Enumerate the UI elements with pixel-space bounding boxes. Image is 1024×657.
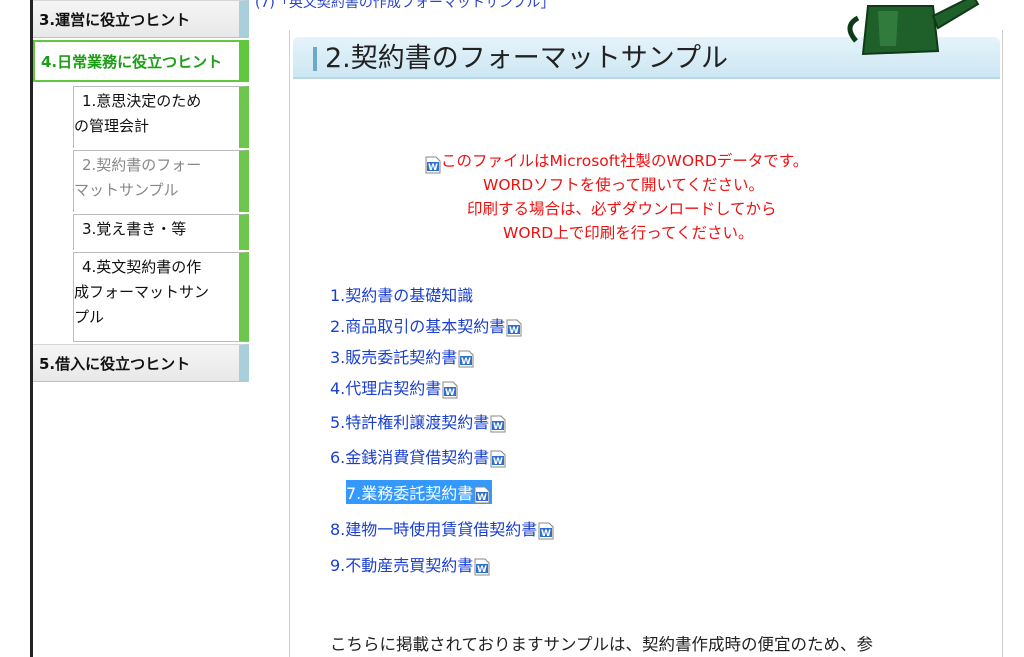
sidebar-item-label: 3.覚え書き・等	[82, 220, 187, 238]
word-document-icon[interactable]: W	[474, 486, 490, 504]
word-document-icon[interactable]: W	[458, 350, 474, 368]
contract-link-label[interactable]: 2.商品取引の基本契約書	[330, 317, 505, 336]
sidebar-nav: 3.運営に役立つヒント 4.日常業務に役立つヒント 1.意思決定のため の管理会…	[33, 0, 251, 383]
sidebar-item-label: 成フォーマットサン	[74, 283, 210, 301]
sidebar-item-label: プル	[74, 308, 105, 326]
notice-line: このファイルはMicrosoft社製のWORDデータです。	[441, 152, 809, 170]
contract-link[interactable]: 1.契約書の基礎知識	[330, 282, 473, 306]
contract-link-label[interactable]: 6.金銭消費貸借契約書	[330, 448, 489, 467]
page-title: 2.契約書のフォーマットサンプル	[325, 43, 728, 74]
sidebar-category-label: 3.運営に役立つヒント	[39, 10, 191, 29]
sidebar-item-management-accounting[interactable]: 1.意思決定のため の管理会計	[73, 86, 249, 148]
sidebar-item-label: 1.意思決定のため	[82, 92, 202, 110]
contract-link[interactable]: 7.業務委託契約書 W	[346, 480, 493, 504]
word-document-icon[interactable]: W	[474, 558, 490, 576]
contract-link[interactable]: 6.金銭消費貸借契約書 W	[330, 444, 506, 468]
svg-text:W: W	[541, 529, 551, 539]
word-document-icon: W	[425, 156, 441, 174]
word-document-icon[interactable]: W	[490, 415, 506, 433]
sidebar-category-label: 4.日常業務に役立つヒント	[41, 52, 223, 71]
contract-link[interactable]: 5.特許権利譲渡契約書 W	[330, 409, 506, 433]
contract-link[interactable]: 4.代理店契約書 W	[330, 375, 458, 399]
sidebar-item-contract-format[interactable]: 2.契約書のフォー マットサンプル	[73, 150, 249, 212]
contract-link[interactable]: 3.販売委託契約書 W	[330, 344, 474, 368]
notice-line: WORDソフトを使って開いてください。	[483, 176, 765, 194]
sidebar-category-borrowing[interactable]: 5.借入に役立つヒント	[33, 344, 249, 382]
contract-link-label[interactable]: 5.特許権利譲渡契約書	[330, 413, 489, 432]
sidebar-item-english-contract[interactable]: 4.英文契約書の作 成フォーマットサン プル	[73, 252, 249, 342]
sidebar-item-label: 2.契約書のフォー	[82, 156, 202, 174]
notice-line: WORD上で印刷を行ってください。	[503, 224, 754, 242]
sidebar-category-daily-work[interactable]: 4.日常業務に役立つヒント	[33, 40, 249, 82]
sidebar-item-memorandum[interactable]: 3.覚え書き・等	[73, 214, 249, 250]
watering-can-icon	[838, 0, 988, 62]
description-text: こちらに掲載されておりますサンプルは、契約書作成時の便宜のため、参	[330, 635, 874, 654]
sidebar-item-label: の管理会計	[74, 117, 150, 135]
contract-link[interactable]: 8.建物一時使用賃貸借契約書 W	[330, 516, 554, 540]
sidebar-item-label: マットサンプル	[74, 181, 179, 199]
word-document-icon[interactable]: W	[442, 381, 458, 399]
contract-link-label[interactable]: 8.建物一時使用賃貸借契約書	[330, 520, 537, 539]
notice-line: 印刷する場合は、必ずダウンロードしてから	[467, 200, 777, 218]
sidebar-category-label: 5.借入に役立つヒント	[39, 354, 191, 373]
contract-link[interactable]: 9.不動産売買契約書 W	[330, 552, 490, 576]
contract-link-label[interactable]: 4.代理店契約書	[330, 379, 441, 398]
svg-text:W: W	[477, 565, 487, 575]
contract-link-label[interactable]: 7.業務委託契約書	[346, 484, 473, 503]
sidebar-item-label: 4.英文契約書の作	[82, 258, 202, 276]
svg-text:W: W	[445, 388, 455, 398]
svg-text:W: W	[428, 163, 438, 173]
word-document-icon[interactable]: W	[538, 522, 554, 540]
word-document-icon[interactable]: W	[506, 319, 522, 337]
svg-text:W: W	[493, 422, 503, 432]
svg-text:W: W	[509, 326, 519, 336]
contract-link-label[interactable]: 9.不動産売買契約書	[330, 556, 473, 575]
contract-link-label[interactable]: 1.契約書の基礎知識	[330, 286, 473, 305]
header-accent-bar	[313, 47, 317, 71]
contract-link[interactable]: 2.商品取引の基本契約書 W	[330, 313, 522, 337]
svg-text:W: W	[461, 357, 471, 367]
breadcrumb-link[interactable]: (7)「英文契約書の作成フォーマットサンプル」	[255, 0, 554, 12]
sidebar-category-management[interactable]: 3.運営に役立つヒント	[33, 0, 249, 38]
svg-text:W: W	[477, 493, 487, 503]
word-document-icon[interactable]: W	[490, 450, 506, 468]
svg-text:W: W	[493, 457, 503, 467]
contract-link-label[interactable]: 3.販売委託契約書	[330, 348, 457, 367]
